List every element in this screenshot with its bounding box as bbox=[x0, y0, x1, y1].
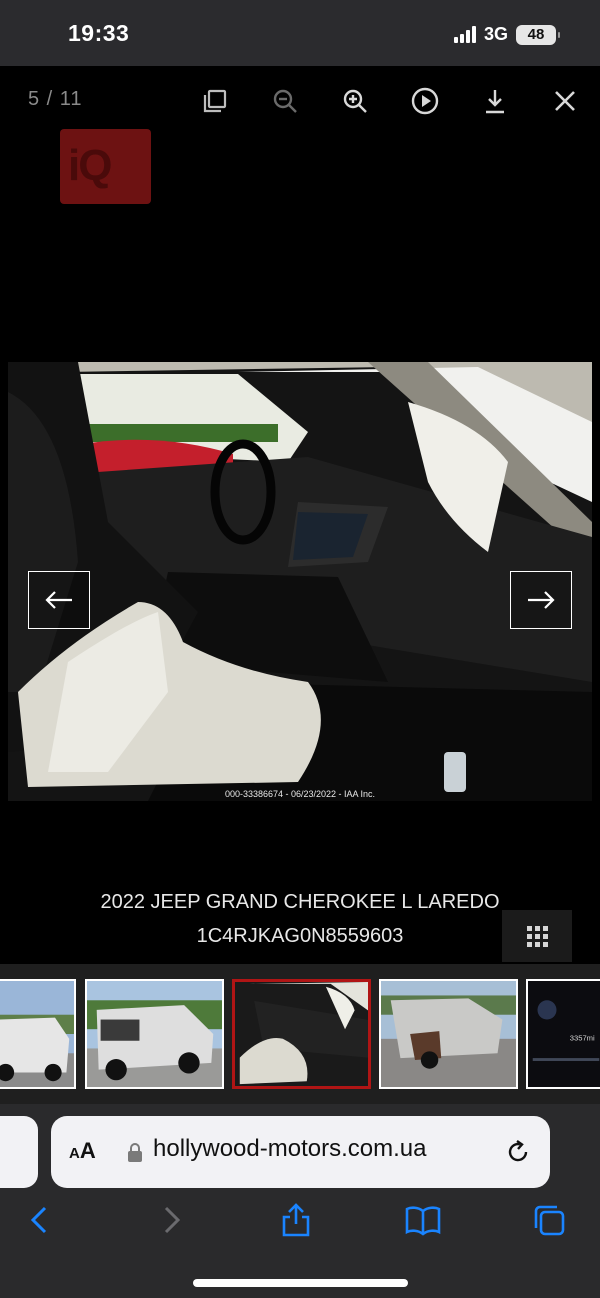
status-time: 19:33 bbox=[68, 20, 130, 46]
logo-text: iQ bbox=[68, 141, 112, 190]
odometer-thumbnail: 3357mi bbox=[528, 981, 600, 1087]
arrow-right-icon bbox=[528, 591, 555, 609]
grid-icon bbox=[526, 925, 548, 947]
damaged-front-thumbnail bbox=[381, 981, 516, 1087]
forward-button[interactable] bbox=[151, 1200, 191, 1240]
odometer-reading: 3357mi bbox=[570, 1034, 595, 1043]
network-type: 3G bbox=[483, 24, 508, 44]
lock-icon bbox=[128, 1143, 142, 1162]
close-button[interactable] bbox=[548, 84, 582, 118]
thumbnail-6[interactable] bbox=[379, 979, 518, 1089]
next-photo-button[interactable] bbox=[510, 571, 572, 629]
previous-tab-peek[interactable] bbox=[0, 1116, 38, 1188]
thumbnail-7[interactable]: 3357mi bbox=[526, 979, 600, 1089]
chevron-right-icon bbox=[164, 1206, 181, 1234]
thumbnail-strip: 3357mi bbox=[0, 964, 600, 1104]
suv-rear-thumbnail bbox=[87, 981, 222, 1087]
main-photo[interactable]: 000-33386674 - 06/23/2022 - IAA Inc. bbox=[8, 362, 592, 801]
play-icon bbox=[411, 87, 439, 115]
image-counter: 5 / 11 bbox=[28, 88, 83, 110]
tabs-icon bbox=[534, 1205, 565, 1236]
download-button[interactable] bbox=[478, 84, 512, 118]
text-size-button[interactable]: AA bbox=[69, 1138, 96, 1164]
status-bar: 19:33 3G 48 bbox=[0, 0, 600, 66]
zoom-out-icon bbox=[273, 89, 297, 113]
browser-toolbar: AA hollywood-motors.com.ua bbox=[0, 1104, 600, 1298]
chevron-left-icon bbox=[30, 1206, 47, 1234]
book-icon bbox=[405, 1206, 441, 1236]
suv-rear-thumbnail bbox=[0, 981, 74, 1087]
thumbnail-grid-button[interactable] bbox=[502, 910, 572, 962]
thumbnail-4[interactable] bbox=[85, 979, 224, 1089]
thumbnail-5-active[interactable] bbox=[232, 979, 371, 1089]
zoom-out-button[interactable] bbox=[268, 84, 302, 118]
url-text: hollywood-motors.com.ua bbox=[153, 1135, 427, 1162]
share-button[interactable] bbox=[276, 1200, 316, 1240]
previous-photo-button[interactable] bbox=[28, 571, 90, 629]
reload-icon[interactable] bbox=[504, 1138, 532, 1166]
zoom-in-icon bbox=[343, 89, 367, 113]
cellular-signal-icon bbox=[453, 26, 476, 43]
arrow-left-icon bbox=[45, 591, 72, 609]
battery-icon: 48 bbox=[516, 24, 560, 45]
bookmarks-button[interactable] bbox=[403, 1200, 443, 1240]
close-icon bbox=[555, 91, 575, 111]
copy-icon bbox=[203, 89, 227, 113]
address-bar[interactable]: AA hollywood-motors.com.ua bbox=[51, 1116, 550, 1188]
slideshow-button[interactable] bbox=[408, 84, 442, 118]
thumbnail-3[interactable] bbox=[0, 979, 76, 1089]
status-indicators: 3G 48 bbox=[453, 24, 560, 45]
tabs-button[interactable] bbox=[529, 1200, 569, 1240]
car-interior-image bbox=[8, 362, 592, 801]
download-icon bbox=[486, 90, 504, 114]
copy-button[interactable] bbox=[198, 84, 232, 118]
share-icon bbox=[282, 1203, 310, 1237]
viewer-toolbar: 5 / 11 bbox=[0, 66, 600, 136]
iq-logo: iQ bbox=[60, 129, 151, 204]
interior-thumbnail bbox=[235, 982, 368, 1086]
back-button[interactable] bbox=[20, 1200, 60, 1240]
home-indicator bbox=[193, 1279, 408, 1287]
zoom-in-button[interactable] bbox=[338, 84, 372, 118]
photo-watermark: 000-33386674 - 06/23/2022 - IAA Inc. bbox=[224, 789, 376, 799]
browser-nav-row bbox=[0, 1200, 600, 1240]
